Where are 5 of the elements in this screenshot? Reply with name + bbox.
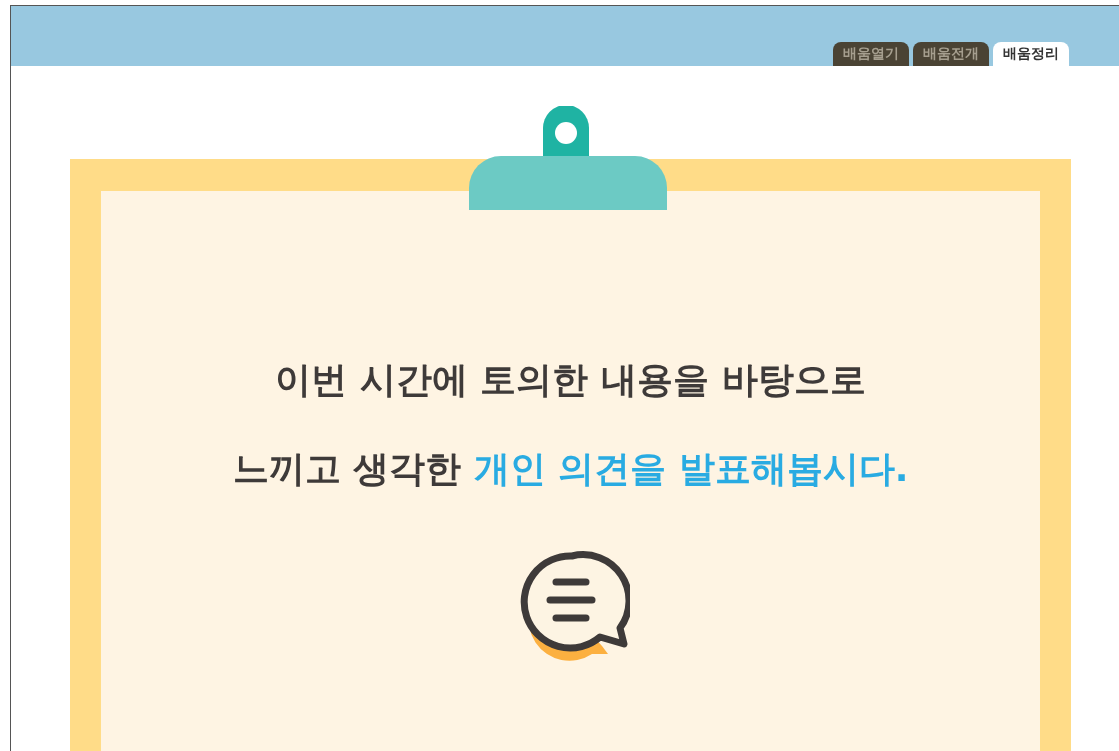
lesson-tab[interactable]: 배움전개	[913, 42, 989, 66]
lesson-tab[interactable]: 배움열기	[833, 42, 909, 66]
prompt-text: 이번 시간에 토의한 내용을 바탕으로	[275, 358, 866, 402]
prompt-text: 느끼고 생각한 개인 의견을 발표해봅시다.	[232, 447, 909, 491]
lesson-tab[interactable]: 배움정리	[993, 42, 1069, 66]
